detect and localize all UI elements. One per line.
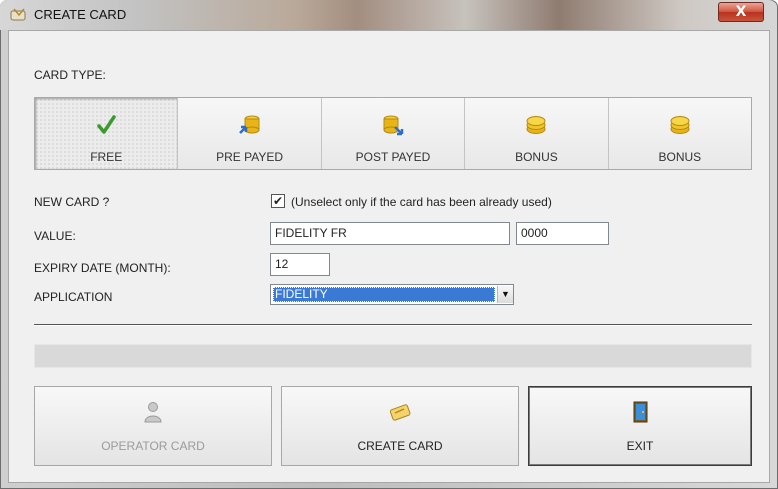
exit-label: EXIT — [626, 439, 654, 453]
card-type-label: FREE — [90, 150, 123, 164]
coins-prepay-icon — [238, 115, 260, 134]
new-card-label: NEW CARD ? — [34, 195, 110, 209]
expiry-month-input[interactable]: 12 — [270, 253, 330, 276]
progress-bar — [34, 344, 752, 368]
card-type-bonus[interactable]: BONUS — [465, 98, 609, 169]
application-dropdown[interactable]: FIDELITY ▼ — [270, 284, 514, 305]
card-create-icon — [389, 404, 411, 421]
card-type-label: PRE PAYED — [216, 150, 284, 164]
operator-card-label: OPERATOR CARD — [101, 439, 205, 453]
card-type-selector: FREE PRE PAYED POST PAYED BONUS BONUS — [34, 97, 752, 170]
window-title: CREATE CARD — [34, 7, 127, 22]
value-code-input[interactable]: 0000 — [516, 222, 609, 245]
value-label: VALUE: — [34, 229, 76, 243]
checkmark-icon: ✔ — [272, 194, 284, 208]
card-type-free[interactable]: FREE — [35, 98, 179, 169]
card-type-post-payed[interactable]: POST PAYED — [321, 98, 466, 169]
value-text-input[interactable]: FIDELITY FR — [270, 222, 510, 245]
operator-person-icon — [144, 402, 162, 423]
checkmark-icon — [97, 115, 116, 134]
close-button[interactable]: X — [718, 2, 764, 22]
exit-button[interactable]: EXIT — [528, 386, 752, 466]
card-app-icon — [10, 8, 26, 21]
card-type-label: POST PAYED — [355, 150, 431, 164]
operator-card-button[interactable]: OPERATOR CARD — [34, 386, 272, 466]
card-type-pre-payed[interactable]: PRE PAYED — [178, 98, 322, 169]
create-card-label: CREATE CARD — [357, 439, 443, 453]
card-type-bonus-2[interactable]: BONUS — [608, 98, 752, 169]
close-icon: X — [735, 4, 747, 20]
expiry-label: EXPIRY DATE (MONTH): — [34, 261, 171, 275]
coins-bonus-icon — [526, 116, 546, 134]
create-card-button[interactable]: CREATE CARD — [281, 386, 519, 466]
application-label: APPLICATION — [34, 290, 113, 304]
exit-door-icon — [633, 401, 648, 423]
card-type-label: CARD TYPE: — [34, 68, 106, 82]
new-card-checkbox[interactable]: ✔ — [271, 194, 285, 208]
coins-bonus-icon — [670, 116, 690, 134]
new-card-hint: (Unselect only if the card has been alre… — [291, 195, 552, 209]
card-type-label: BONUS — [515, 150, 558, 164]
separator-line — [34, 324, 752, 326]
coins-postpay-icon — [383, 115, 404, 136]
card-type-label: BONUS — [658, 150, 702, 164]
chevron-down-icon[interactable]: ▼ — [497, 286, 513, 303]
application-selected-value: FIDELITY — [273, 287, 495, 302]
title-bar[interactable]: CREATE CARD X — [0, 0, 776, 30]
